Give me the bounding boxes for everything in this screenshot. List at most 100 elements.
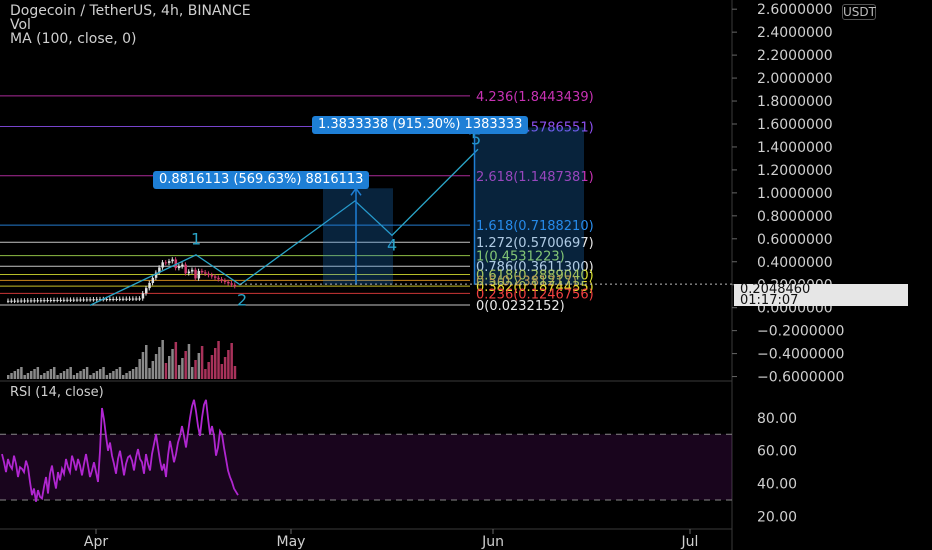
candle-body <box>46 300 49 302</box>
candle-body <box>79 299 82 301</box>
volume-bar <box>207 362 210 379</box>
candle-body <box>43 300 46 302</box>
price-tick-label: 0.4000000 <box>757 255 833 271</box>
volume-bar <box>16 369 20 379</box>
volume-bar <box>194 360 197 379</box>
volume-bar <box>187 344 191 379</box>
candle-body <box>220 279 224 281</box>
currency-unit-badge[interactable]: USDT <box>842 4 876 20</box>
price-tick-label: 2.6000000 <box>757 2 833 18</box>
candle-body <box>210 275 214 277</box>
candle-body <box>20 300 23 302</box>
rsi-legend-label: RSI (14, close) <box>10 385 104 400</box>
candle-body <box>23 300 26 302</box>
price-tick-label: 2.4000000 <box>757 25 833 41</box>
volume-bar <box>82 369 86 379</box>
volume-bar <box>76 373 79 379</box>
volume-bar <box>62 371 66 379</box>
candle-body <box>207 273 210 276</box>
candle-body <box>181 264 184 267</box>
candle-body <box>233 284 237 287</box>
candle-body <box>217 277 220 280</box>
candle-body <box>148 282 151 289</box>
volume-bar <box>53 367 56 379</box>
candle-body <box>187 271 191 274</box>
candle-body <box>7 300 10 302</box>
volume-bar <box>227 350 230 379</box>
volume-bar <box>56 375 59 379</box>
volume-bar <box>220 364 224 379</box>
candle-body <box>30 300 33 302</box>
candle-body <box>85 299 89 301</box>
candle-body <box>76 299 79 301</box>
moving-average-label: MA (100, close, 0) <box>10 31 137 47</box>
wave-label: 1 <box>191 230 201 249</box>
chart-canvas[interactable]: 2.6000000 2.4000000 2.2000000 2.0000000 1.80… <box>0 0 932 550</box>
volume-bar <box>197 353 201 379</box>
volume-bar <box>92 373 95 379</box>
candle-body <box>26 300 30 302</box>
volume-bar <box>49 369 53 379</box>
candle-body <box>16 300 20 302</box>
volume-bar <box>158 347 161 379</box>
candle-body <box>131 298 135 300</box>
volume-bar <box>102 367 105 379</box>
price-tick-label: −0.6000000 <box>757 370 844 386</box>
candle-body <box>151 277 155 283</box>
volume-bar <box>39 375 43 379</box>
candle-body <box>39 300 43 302</box>
volume-bar <box>214 348 217 379</box>
candle-body <box>125 298 128 300</box>
candle-body <box>141 293 145 299</box>
candle-body <box>105 299 109 301</box>
price-tick-label: −0.4000000 <box>757 347 844 363</box>
candle-body <box>184 264 187 274</box>
volume-bar <box>59 373 63 379</box>
candle-body <box>66 299 69 301</box>
volume-bar <box>168 356 171 379</box>
volume-bar <box>131 369 135 379</box>
candle-body <box>10 300 13 302</box>
volume-bar <box>112 371 115 379</box>
volume-bar <box>125 373 128 379</box>
measure-label-wave5: 1.3833338 (915.30%) 1383333 <box>312 116 529 134</box>
volume-bar <box>72 375 76 379</box>
volume-bar <box>115 369 118 379</box>
volume-bar <box>13 371 17 379</box>
measure-box <box>475 127 584 285</box>
volume-bar <box>108 373 112 379</box>
volume-bar <box>33 369 36 379</box>
volume-bar <box>181 358 184 379</box>
last-price-tag: 0.2048460 01:17:07 <box>734 283 908 307</box>
volume-bar <box>161 340 164 379</box>
rsi-tick-label: 80.00 <box>757 411 797 427</box>
candle-body <box>112 298 115 300</box>
volume-bar <box>79 371 82 379</box>
volume-bar <box>184 351 187 379</box>
candle-body <box>197 270 201 279</box>
candle-body <box>92 299 95 301</box>
volume-bar <box>10 373 13 379</box>
candle-body <box>194 269 197 279</box>
price-tick-label: −0.2000000 <box>757 324 844 340</box>
candle-body <box>161 262 164 268</box>
volume-bar <box>217 341 220 379</box>
volume-bar <box>135 367 138 379</box>
candle-body <box>118 298 122 300</box>
symbol-title: Dogecoin / TetherUS, 4h, BINANCE <box>10 3 251 19</box>
volume-bar <box>43 373 46 379</box>
volume-bar <box>177 365 181 379</box>
candle-body <box>115 298 118 300</box>
price-tick-label: 0.6000000 <box>757 232 833 248</box>
wave-label: 2 <box>237 290 247 309</box>
candle-body <box>214 276 217 278</box>
price-tick-label: 0.8000000 <box>757 209 833 225</box>
volume-bar <box>145 345 148 379</box>
volume-bar <box>85 367 89 379</box>
volume-bar <box>191 367 194 379</box>
volume-bar <box>23 375 26 379</box>
volume-bar <box>128 371 132 379</box>
candle-body <box>191 269 194 272</box>
measure-label-wave3: 0.8816113 (569.63%) 8816113 <box>153 171 370 189</box>
candle-body <box>168 261 171 263</box>
